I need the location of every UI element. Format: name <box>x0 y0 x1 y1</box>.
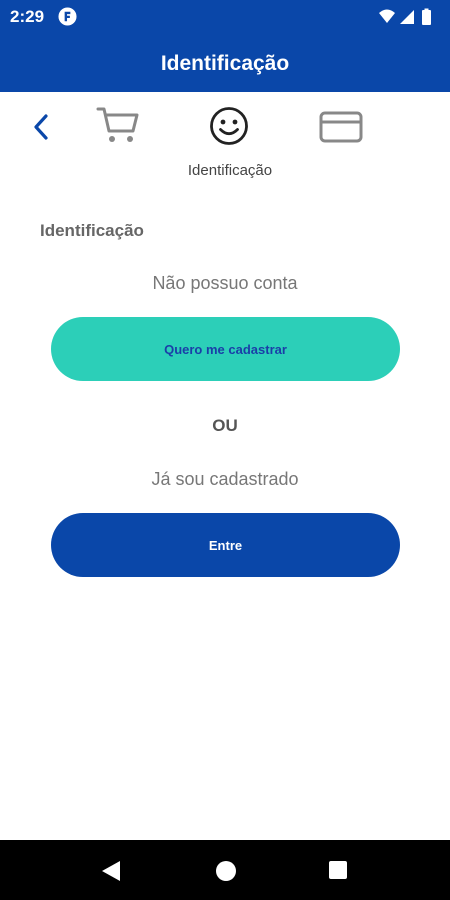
cart-icon <box>96 107 139 142</box>
nav-home-icon[interactable] <box>215 860 237 882</box>
no-account-text: Não possuo conta <box>152 273 298 293</box>
or-separator: OU <box>212 416 238 435</box>
register-button[interactable]: Quero me cadastrar <box>51 317 400 381</box>
navigation-bar <box>0 840 450 900</box>
smiley-icon <box>210 107 248 145</box>
section-title: Identificação <box>40 221 144 240</box>
battery-icon <box>422 10 431 25</box>
status-time: 2:29 <box>10 7 45 26</box>
nav-recents-icon[interactable] <box>328 860 348 880</box>
app-bar: Identificação <box>0 34 450 92</box>
registered-text: Já sou cadastrado <box>151 469 299 489</box>
nav-back-icon[interactable] <box>100 859 122 883</box>
back-arrow-icon[interactable] <box>26 110 56 144</box>
checkout-steps: Identificação <box>0 92 450 192</box>
credit-card-icon <box>319 111 363 143</box>
wifi-icon <box>379 9 395 23</box>
active-step-label: Identificação <box>187 162 273 179</box>
app-notification-icon <box>58 7 77 26</box>
signal-icon <box>400 10 414 24</box>
page-title: Identificação <box>160 52 290 75</box>
status-bar: 2:29 <box>0 0 450 34</box>
login-button[interactable]: Entre <box>51 513 400 577</box>
status-icons <box>379 8 431 25</box>
